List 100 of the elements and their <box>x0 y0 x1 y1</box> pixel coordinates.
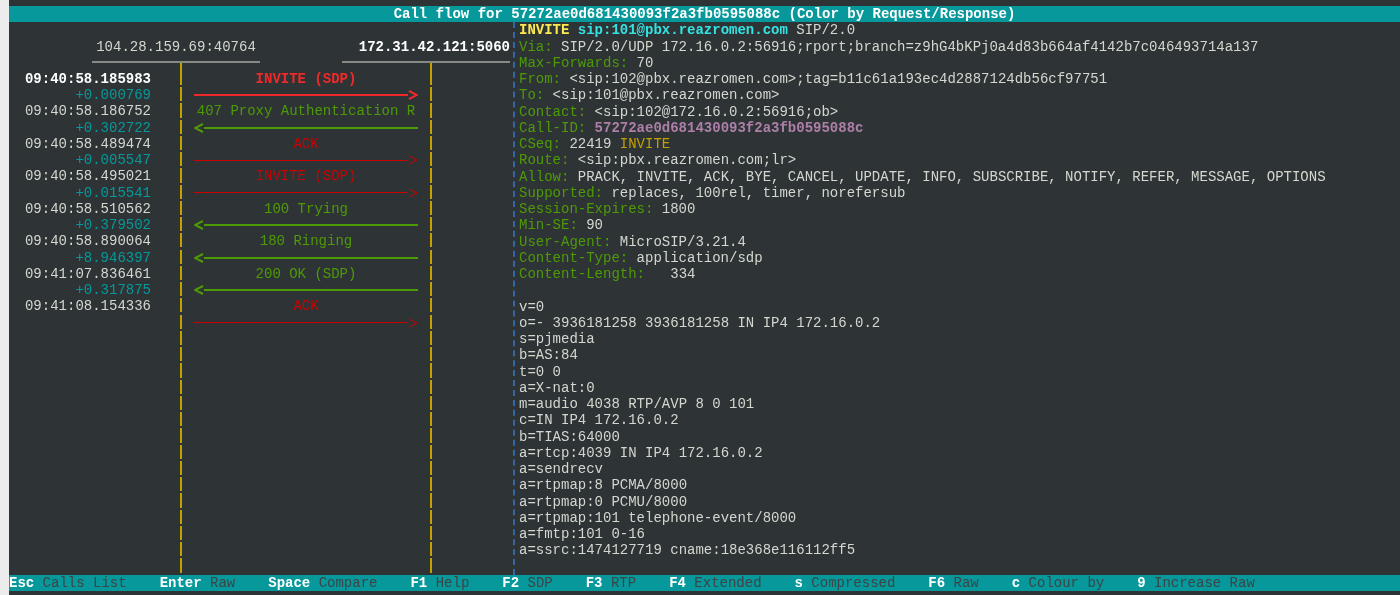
shortcut-label: Colour by <box>1028 574 1105 591</box>
message-time[interactable]: 09:40:58.185983 <box>9 70 151 87</box>
message-time[interactable]: 09:41:08.154336 <box>9 298 151 315</box>
message-arrow[interactable] <box>194 252 418 263</box>
message-arrow[interactable] <box>194 317 418 328</box>
header-value: 57272ae0d681430093f2a3fb0595088c <box>594 119 864 136</box>
shortcut-key[interactable]: F1 <box>410 574 428 591</box>
message-label[interactable]: INVITE (SDP) <box>182 168 430 185</box>
header-name: From: <box>519 71 561 88</box>
shortcut-key[interactable]: 9 <box>1137 574 1146 591</box>
header-name: Content-Type: <box>519 249 629 266</box>
header-name: User-Agent: <box>519 233 612 250</box>
shortcut-key[interactable]: c <box>1011 574 1021 591</box>
time-delta: +0.005547 <box>74 152 151 169</box>
header-name: Allow: <box>519 168 570 185</box>
message-label[interactable]: 100 Trying <box>182 200 430 217</box>
header-value: 1800 <box>661 201 696 218</box>
header-name: To: <box>519 87 545 104</box>
shortcut-label: Compressed <box>811 574 896 591</box>
header-value: 334 <box>669 266 696 283</box>
header-name: Contact: <box>519 103 587 120</box>
shortcut-label: Compare <box>318 574 378 591</box>
shortcut-label: Increase Raw <box>1154 574 1255 591</box>
shortcut-label: Raw <box>210 574 236 591</box>
shortcut-key[interactable]: F6 <box>928 574 946 591</box>
shortcut-key[interactable]: F3 <box>585 574 603 591</box>
sdp-line: v=0 <box>519 298 545 315</box>
sdp-line: a=rtpmap:8 PCMA/8000 <box>519 477 688 494</box>
header-value: 90 <box>586 217 603 234</box>
sdp-line: t=0 0 <box>519 363 561 380</box>
sdp-line: m=audio 4038 RTP/AVP 8 0 101 <box>519 396 755 413</box>
message-time[interactable]: 09:40:58.510562 <box>9 200 151 217</box>
shortcut-key[interactable]: F4 <box>669 574 686 591</box>
header-name: CSeq: <box>519 136 561 153</box>
message-arrow[interactable] <box>194 220 418 231</box>
message-label[interactable]: ACK <box>182 298 430 315</box>
cseq-method: INVITE <box>619 136 671 153</box>
header-value: <sip:102@pbx.reazromen.com>;tag=b11c61a193ec4d2887124db56cf97751 <box>569 71 1108 88</box>
time-delta: +8.946397 <box>74 249 151 266</box>
message-arrow[interactable] <box>194 285 418 296</box>
sdp-line: a=X-nat:0 <box>519 379 595 396</box>
shortcut-label: RTP <box>610 574 637 591</box>
message-time[interactable]: 09:40:58.495021 <box>9 168 151 185</box>
message-label[interactable]: 180 Ringing <box>182 233 430 250</box>
sdp-line: s=pjmedia <box>519 331 595 348</box>
header-name: Supported: <box>519 184 603 201</box>
sdp-line: a=sendrecv <box>519 461 603 478</box>
sip-uri: sip:101@pbx.reazromen.com <box>577 22 788 39</box>
message-label[interactable]: 200 OK (SDP) <box>182 265 430 282</box>
header-name: Min-SE: <box>519 217 578 234</box>
message-label[interactable]: 407 Proxy Authentication R <box>182 103 430 120</box>
sdp-line: b=AS:84 <box>519 347 578 364</box>
shortcut-label: Help <box>435 574 470 591</box>
message-arrow[interactable] <box>194 90 418 101</box>
header-name: Via: <box>519 38 553 55</box>
message-time[interactable]: 09:40:58.890064 <box>9 233 151 250</box>
shortcut-key[interactable]: s <box>794 574 803 591</box>
header-value: PRACK, INVITE, ACK, BYE, CANCEL, UPDATE, INFO, SUBSCRIBE, NOTIFY, REFER, MESSAGE, OPTIONS <box>577 168 1326 185</box>
time-delta: +0.000769 <box>74 87 151 104</box>
header-value: <sip:102@172.16.0.2:56916;ob> <box>594 103 839 120</box>
time-delta: +0.302722 <box>74 119 151 136</box>
sdp-line: a=rtpmap:101 telephone-event/8000 <box>519 509 797 526</box>
shortcut-key[interactable]: F2 <box>502 574 520 591</box>
shortcut-key[interactable]: Space <box>268 574 311 591</box>
sdp-line: a=ssrc:1474127719 cname:18e368e116112ff5 <box>519 542 856 559</box>
header-value: 22419 <box>569 136 612 153</box>
message-time[interactable]: 09:40:58.186752 <box>9 103 151 120</box>
message-label[interactable]: ACK <box>182 135 430 152</box>
sdp-line: a=fmtp:101 0-16 <box>519 526 646 543</box>
message-arrow[interactable] <box>194 122 418 133</box>
header-value: 70 <box>636 54 654 71</box>
shortcut-label: Calls List <box>42 574 127 591</box>
sip-version: SIP/2.0 <box>796 22 856 39</box>
sdp-line: a=rtcp:4039 IN IP4 172.16.0.2 <box>519 444 763 461</box>
message-label[interactable]: INVITE (SDP) <box>182 70 430 87</box>
message-time[interactable]: 09:41:07.836461 <box>9 265 151 282</box>
header-name: Call-ID: <box>519 119 587 136</box>
shortcut-key[interactable]: Enter <box>159 574 202 591</box>
sdp-line: o=- 3936181258 3936181258 IN IP4 172.16.0.2 <box>519 314 881 331</box>
header-name: Route: <box>519 152 570 169</box>
sdp-line: a=rtpmap:0 PCMU/8000 <box>519 493 688 510</box>
header-value: replaces, 100rel, timer, norefersub <box>611 184 906 201</box>
header-value: application/sdp <box>636 249 763 266</box>
window-title: Call flow for 57272ae0d681430093f2a3fb0595088c (Color by Request/Response) <box>393 6 1016 22</box>
message-arrow[interactable] <box>194 155 418 166</box>
shortcut-label: SDP <box>527 574 553 591</box>
header-name: Content-Length: <box>519 266 646 283</box>
time-delta: +0.379502 <box>74 217 151 234</box>
message-arrow[interactable] <box>194 187 418 198</box>
shortcut-key[interactable]: Esc <box>9 574 35 591</box>
message-time[interactable]: 09:40:58.489474 <box>9 135 151 152</box>
host-label: 104.28.159.69:40764 <box>92 38 260 63</box>
header-value: <sip:pbx.reazromen.com;lr> <box>577 152 797 169</box>
host-label: 172.31.42.121:5060 <box>342 38 510 63</box>
time-delta: +0.317875 <box>74 282 151 299</box>
shortcut-label: Extended <box>694 574 762 591</box>
sip-method: INVITE <box>519 22 570 39</box>
sdp-line: c=IN IP4 172.16.0.2 <box>519 412 679 429</box>
time-delta: +0.015541 <box>74 184 151 201</box>
shortcut-label: Raw <box>953 574 979 591</box>
